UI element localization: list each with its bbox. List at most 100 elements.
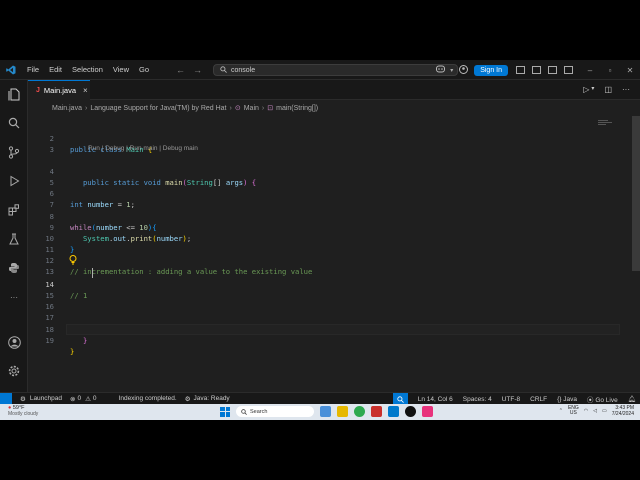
lightbulb-icon[interactable]	[69, 255, 77, 267]
run-and-debug-icon[interactable]	[6, 173, 22, 189]
clock[interactable]: 3:43 PM 7/24/2024	[612, 405, 634, 417]
more-actions-icon[interactable]: ···	[622, 85, 630, 94]
notifications-bell-icon[interactable]: 🔔︎	[628, 395, 636, 403]
menu-selection[interactable]: Selection	[67, 65, 108, 74]
toggle-primary-sidebar-icon[interactable]	[516, 66, 525, 74]
battery-icon[interactable]: ▭	[602, 408, 607, 414]
menu-edit[interactable]: Edit	[44, 65, 67, 74]
language-indicator[interactable]: ENG US	[568, 406, 579, 416]
language-mode[interactable]: {} Java	[557, 396, 577, 403]
code-line: 15	[45, 291, 54, 300]
taskbar-apps: Search	[220, 406, 433, 417]
taskbar-search[interactable]: Search	[236, 406, 314, 417]
encoding[interactable]: UTF-8	[502, 396, 520, 403]
command-center-search[interactable]: console	[213, 64, 458, 76]
vertical-scrollbar[interactable]	[632, 116, 640, 271]
class-symbol-icon: ⊙	[234, 105, 241, 112]
windows-start-icon[interactable]	[220, 406, 230, 417]
indexing-status[interactable]: Indexing completed.	[119, 395, 177, 402]
code-line: 9 System.out.print(number);	[49, 223, 192, 243]
code-line: 16	[45, 302, 54, 311]
tab-close-icon[interactable]: ×	[83, 86, 88, 95]
tray-chevron-icon[interactable]: ⌃	[559, 408, 563, 414]
editor-actions: ▷ ▾ ◫ ···	[583, 85, 630, 94]
warning-icon: ⚠	[85, 395, 91, 403]
status-bar: ⚙ Launchpad ⊗ 0 ⚠ 0 Indexing completed. …	[0, 392, 640, 405]
more-icon[interactable]: ···	[6, 289, 22, 305]
chevron-right-icon: ›	[229, 104, 232, 112]
cursor-position[interactable]: Ln 14, Col 6	[418, 396, 453, 403]
code-line: 18 }	[45, 325, 88, 345]
breadcrumb-class[interactable]: Main	[244, 105, 259, 112]
chevron-right-icon: ›	[261, 104, 265, 112]
office-icon[interactable]	[371, 406, 382, 417]
code-line: 17	[45, 313, 54, 322]
breadcrumb-file[interactable]: Main.java	[52, 105, 82, 112]
testing-icon[interactable]	[6, 231, 22, 247]
code-lens-run-debug[interactable]: Run | Debug | Run main | Debug main	[88, 145, 198, 152]
minimize-icon[interactable]: –	[580, 66, 600, 75]
code-line: 4 public static void main(String[] args)…	[49, 167, 257, 187]
accounts-sidebar-icon[interactable]	[6, 334, 22, 350]
toggle-secondary-sidebar-icon[interactable]	[548, 66, 557, 74]
menu-go[interactable]: Go	[134, 65, 154, 74]
task-view-icon[interactable]	[320, 406, 331, 417]
breadcrumb: Main.java › Language Support for Java(TM…	[52, 103, 318, 113]
nav-arrows: ← →	[176, 65, 202, 75]
gear-status-icon[interactable]: ⚙	[20, 395, 26, 403]
python-icon[interactable]	[6, 260, 22, 276]
breadcrumb-method[interactable]: main(String[])	[276, 105, 318, 112]
run-java-icon[interactable]: ▷	[583, 85, 589, 94]
java-file-icon: J	[36, 87, 40, 94]
copilot-dropdown-icon[interactable]: ▾	[450, 67, 453, 74]
java-status[interactable]: Java: Ready	[194, 395, 230, 402]
close-icon[interactable]: ✕	[620, 66, 640, 75]
search-sidebar-icon[interactable]	[6, 115, 22, 131]
tiktok-icon[interactable]	[422, 406, 433, 417]
breadcrumb-extension[interactable]: Language Support for Java(TM) by Red Hat	[90, 105, 226, 112]
forward-arrow-icon[interactable]: →	[193, 65, 202, 75]
remote-indicator-icon[interactable]	[0, 392, 12, 405]
wifi-icon[interactable]: ◠	[584, 408, 588, 414]
vscode-taskbar-icon[interactable]	[388, 406, 399, 417]
braces-icon: {}	[557, 395, 562, 403]
file-explorer-icon[interactable]	[337, 406, 348, 417]
java-status-icon: ⚙	[184, 395, 191, 403]
accounts-icon[interactable]	[459, 64, 469, 76]
method-symbol-icon: ⊡	[267, 105, 274, 112]
launchpad-button[interactable]: Launchpad	[30, 395, 62, 402]
end-of-line[interactable]: CRLF	[530, 396, 547, 403]
command-center-text: console	[231, 66, 256, 74]
toggle-panel-icon[interactable]	[532, 66, 541, 74]
code-line: 7	[49, 200, 54, 209]
error-icon: ⊗	[70, 395, 76, 403]
explorer-icon[interactable]	[6, 86, 22, 102]
run-dropdown-icon[interactable]: ▾	[591, 85, 594, 94]
tab-main-java[interactable]: J Main.java ×	[28, 80, 90, 100]
code-editor[interactable]: 2 public class Main { 3 Run | Debug | Ru…	[28, 116, 640, 392]
source-control-icon[interactable]	[6, 144, 22, 160]
customize-layout-icon[interactable]	[564, 66, 573, 74]
app-icon[interactable]	[405, 406, 416, 417]
chrome-icon[interactable]	[354, 406, 365, 417]
go-live-button[interactable]: ⦿ Go Live	[587, 394, 618, 404]
manage-gear-icon[interactable]	[6, 363, 22, 379]
indentation[interactable]: Spaces: 4	[463, 396, 492, 403]
warning-count[interactable]: 0	[93, 395, 97, 402]
maximize-icon[interactable]: ▫	[600, 66, 620, 75]
error-count[interactable]: 0	[77, 395, 81, 402]
chevron-right-icon: ›	[84, 104, 88, 112]
code-line-current: 14 // 1	[45, 280, 88, 300]
code-line: 10 }	[45, 234, 75, 254]
menu-file[interactable]: File	[22, 65, 44, 74]
minimap[interactable]	[598, 120, 616, 130]
sign-in-button[interactable]: Sign In	[474, 64, 508, 76]
volume-icon[interactable]: ◁	[593, 408, 597, 414]
code-line: 11	[45, 245, 54, 254]
extensions-icon[interactable]	[6, 202, 22, 218]
weather-widget[interactable]: ● 59°F Mostly cloudy	[8, 405, 38, 417]
split-editor-icon[interactable]: ◫	[604, 85, 612, 94]
copilot-icon[interactable]	[436, 65, 446, 75]
back-arrow-icon[interactable]: ←	[176, 65, 185, 75]
menu-view[interactable]: View	[108, 65, 134, 74]
